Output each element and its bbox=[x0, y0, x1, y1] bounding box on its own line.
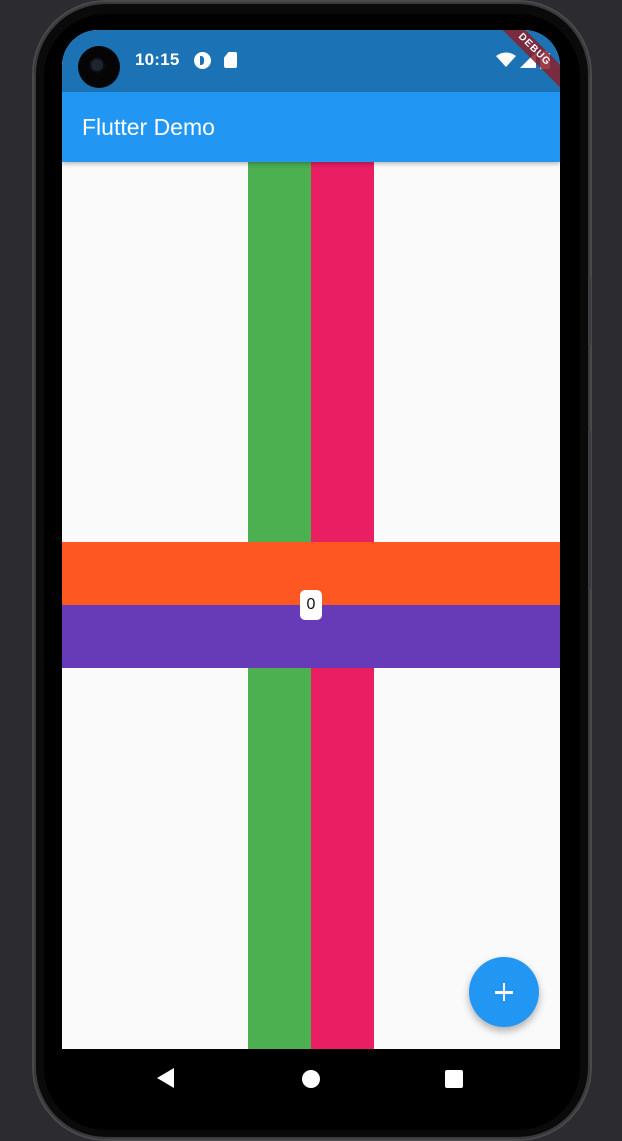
counter-label: 0 bbox=[300, 590, 322, 620]
back-icon[interactable] bbox=[157, 1068, 174, 1088]
wifi-icon bbox=[496, 52, 516, 67]
home-icon[interactable] bbox=[302, 1070, 320, 1088]
power-button bbox=[588, 430, 591, 590]
camera-lens bbox=[91, 59, 103, 71]
app-title: Flutter Demo bbox=[82, 114, 215, 140]
phone-screen: 10:15 DEBUG Flutter Demo 0 bbox=[62, 30, 560, 1106]
status-bar: 10:15 DEBUG bbox=[62, 30, 560, 99]
status-time: 10:15 bbox=[135, 50, 180, 69]
app-bar: Flutter Demo bbox=[62, 92, 560, 162]
volume-button bbox=[588, 276, 591, 346]
sd-card-icon bbox=[224, 52, 237, 68]
system-navigation-bar bbox=[62, 1049, 560, 1106]
recents-icon[interactable] bbox=[445, 1070, 463, 1088]
privacy-indicator-icon bbox=[194, 52, 211, 69]
front-camera bbox=[78, 46, 120, 88]
add-icon-vertical bbox=[502, 983, 506, 1001]
increment-fab-button[interactable] bbox=[469, 957, 539, 1027]
content-area: 0 bbox=[62, 162, 560, 1049]
